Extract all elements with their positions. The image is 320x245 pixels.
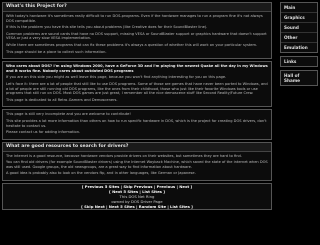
paragraph: If you are on this side you might as wel… xyxy=(6,75,227,80)
sidebar: Main Graphics Sound Other Emulation Link… xyxy=(280,2,318,243)
paragraph: This page should be a place to collect s… xyxy=(6,49,107,54)
section-body: This page is still very incomplete and y… xyxy=(3,110,271,138)
paragraph: Please contact us for adding information… xyxy=(6,130,81,135)
paragraph: While there are sometimes programs that … xyxy=(6,42,258,47)
sidebar-item-hall-of-shame[interactable]: Hall of Shame xyxy=(281,71,317,85)
paragraph: The internet is a good resource, because… xyxy=(6,153,242,158)
section-why-dos: Who cares about DOS? I'm using Windows 2… xyxy=(2,61,272,108)
section-body: The internet is a good resource, because… xyxy=(3,152,271,180)
section-title: What's this Project for? xyxy=(3,3,271,12)
sidebar-nav-group: Main Graphics Sound Other Emulation xyxy=(280,2,318,53)
sidebar-links-group: Links xyxy=(280,56,318,67)
section-resources: What are good resources to search for dr… xyxy=(2,141,272,182)
main-content: What's this Project for? With today's ha… xyxy=(2,2,272,243)
paragraph: Common problems are sound cards that hav… xyxy=(6,31,267,41)
sidebar-item-graphics[interactable]: Graphics xyxy=(281,12,317,22)
paragraph: With today's hardware it's sometimes rea… xyxy=(6,14,263,23)
section-body: Who cares about DOS? I'm using Windows 2… xyxy=(3,62,271,106)
sidebar-shame-group: Hall of Shame xyxy=(280,70,318,86)
paragraph: Let's face it: there are a lot of people… xyxy=(6,81,268,96)
sidebar-item-other[interactable]: Other xyxy=(281,32,317,42)
paragraph: A good idea is probably also to look on … xyxy=(6,171,196,176)
sidebar-item-sound[interactable]: Sound xyxy=(281,22,317,32)
sidebar-item-links[interactable]: Links xyxy=(281,57,317,66)
sidebar-item-main[interactable]: Main xyxy=(281,3,317,12)
section-body: With today's hardware it's sometimes rea… xyxy=(3,12,271,58)
paragraph: If this is the problem you have this sit… xyxy=(6,25,208,30)
section-title: What are good resources to search for dr… xyxy=(3,142,271,152)
question: Who cares about DOS? I'm using Windows 2… xyxy=(6,64,268,73)
webring-nav: [ Previous 5 Sites | Skip Previous | Pre… xyxy=(2,183,272,211)
webring-links-bottom[interactable]: [ Skip Next | Next 5 Sites | Random Site… xyxy=(3,204,271,209)
paragraph: This page is still very incomplete and y… xyxy=(6,112,131,117)
paragraph: You can find old drivers (for example So… xyxy=(6,160,268,169)
paragraph: This page is dedicated to all Retro-Game… xyxy=(6,97,118,102)
section-contribute: This page is still very incomplete and y… xyxy=(2,109,272,140)
section-project: What's this Project for? With today's ha… xyxy=(2,2,272,60)
sidebar-item-emulation[interactable]: Emulation xyxy=(281,42,317,52)
paragraph: This site provides a lot more informatio… xyxy=(6,118,267,128)
